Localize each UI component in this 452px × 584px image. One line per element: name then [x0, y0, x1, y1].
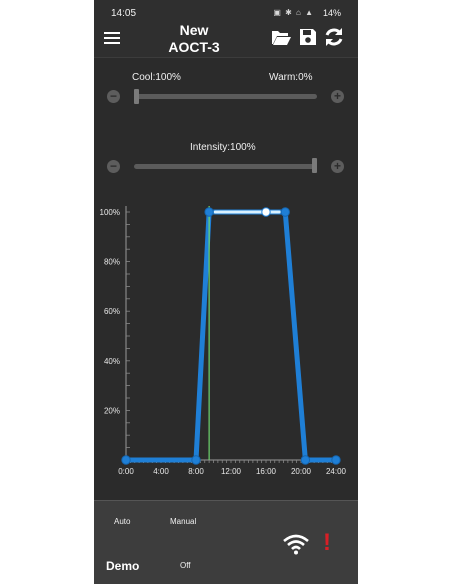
status-time: 14:05 [111, 8, 137, 19]
bottom-bar: Auto Manual Demo Off ! [94, 500, 358, 584]
intensity-slider-track[interactable] [134, 164, 317, 169]
y-tick-label: 20% [104, 406, 120, 415]
status-icons: ▣ ✱ ⌂ ▲ [273, 8, 314, 17]
device-title-line1: New [179, 22, 209, 38]
y-tick-label: 100% [100, 208, 120, 217]
x-tick-label: 20:00 [291, 467, 312, 476]
manual-mode-button[interactable]: Manual [170, 517, 196, 526]
schedule-point [204, 207, 214, 217]
demo-off-toggle[interactable]: Off [180, 561, 191, 570]
x-tick-label: 16:00 [256, 467, 277, 476]
alert-icon: ! [323, 529, 331, 556]
intensity-plus-button[interactable]: + [331, 160, 344, 173]
menu-icon[interactable] [104, 32, 120, 44]
intensity-slider-thumb[interactable] [312, 158, 317, 173]
cool-warm-plus-button[interactable]: + [331, 90, 344, 103]
cool-warm-slider-thumb[interactable] [134, 89, 139, 104]
x-tick-label: 0:00 [118, 467, 134, 476]
schedule-point [280, 207, 290, 217]
y-tick-label: 40% [104, 357, 120, 366]
device-title-line2: AOCT-3 [168, 39, 220, 55]
demo-label: Demo [106, 559, 140, 573]
auto-mode-button[interactable]: Auto [114, 517, 130, 526]
schedule-point [191, 455, 201, 465]
phone-screen: 14:05 ▣ ✱ ⌂ ▲ 14% New AOCT-3 Cool:100% W… [94, 0, 358, 584]
x-tick-label: 24:00 [326, 467, 347, 476]
schedule-chart[interactable]: 20% 40% 60% 80% 100% 0:00 4:00 8:00 12:00 16:00 20… [94, 196, 358, 486]
schedule-point [331, 455, 341, 465]
y-tick-label: 80% [104, 258, 120, 267]
intensity-label: Intensity:100% [190, 142, 256, 153]
cool-label: Cool:100% [132, 72, 181, 83]
warm-label: Warm:0% [269, 72, 313, 83]
schedule-point [121, 455, 131, 465]
battery-percent: 14% [322, 8, 341, 18]
wifi-icon[interactable] [282, 533, 310, 555]
x-tick-label: 8:00 [188, 467, 204, 476]
cool-warm-minus-button[interactable]: − [107, 90, 120, 103]
schedule-point [300, 455, 311, 465]
save-icon[interactable] [297, 26, 319, 48]
intensity-series-line [126, 209, 336, 463]
refresh-icon[interactable] [323, 26, 345, 48]
app-header: 14:05 ▣ ✱ ⌂ ▲ 14% New AOCT-3 [94, 0, 358, 58]
x-tick-label: 12:00 [221, 467, 242, 476]
y-tick-label: 60% [104, 307, 120, 316]
open-folder-icon[interactable] [270, 26, 292, 48]
cool-warm-slider-track[interactable] [134, 94, 317, 99]
intensity-minus-button[interactable]: − [107, 160, 120, 173]
schedule-point [261, 207, 271, 217]
x-tick-label: 4:00 [153, 467, 169, 476]
